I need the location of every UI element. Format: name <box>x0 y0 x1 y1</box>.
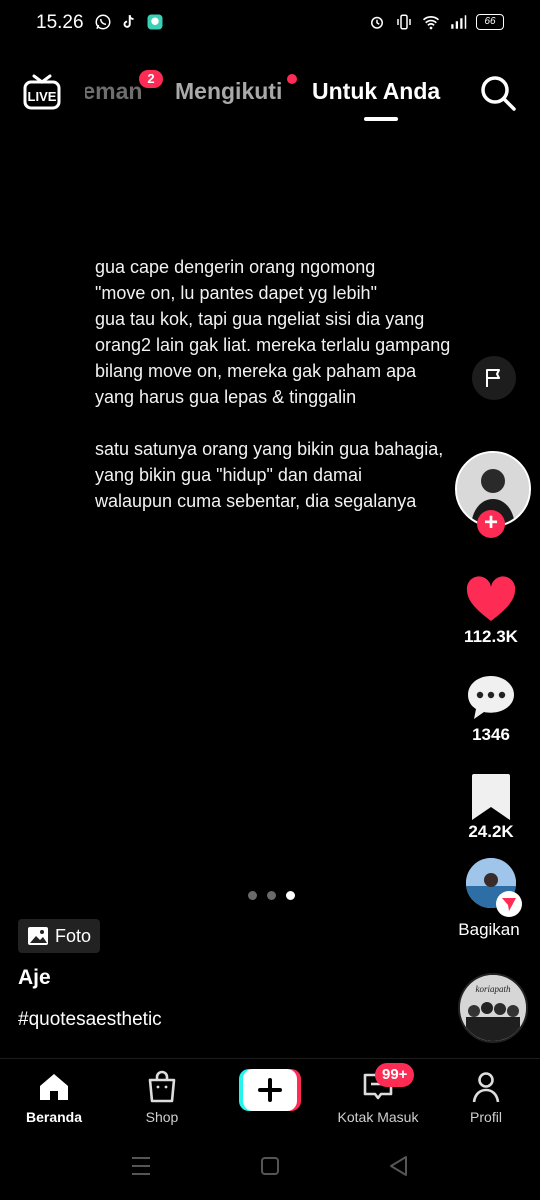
friends-badge: 2 <box>139 70 163 88</box>
carousel-dot <box>248 891 257 900</box>
carousel-indicator <box>248 891 295 900</box>
active-tab-indicator <box>364 117 398 121</box>
nav-home[interactable]: Beranda <box>4 1069 104 1125</box>
send-icon <box>502 898 516 911</box>
tab-friends[interactable]: Teman <box>85 78 142 105</box>
signal-icon <box>451 15 467 29</box>
home-icon <box>40 1074 68 1100</box>
like-count: 112.3K <box>464 627 518 646</box>
search-icon[interactable] <box>478 73 518 113</box>
heart-icon[interactable] <box>464 573 518 627</box>
flag-icon <box>486 369 500 387</box>
profile-icon <box>472 1072 500 1103</box>
share-label[interactable]: Bagikan <box>444 920 534 940</box>
system-nav-bar <box>132 1156 407 1176</box>
chat-app-icon <box>147 14 163 30</box>
shopping-bag-icon <box>148 1070 176 1103</box>
following-dot <box>287 74 297 84</box>
bookmark-icon[interactable] <box>464 770 518 824</box>
follow-button[interactable]: + <box>477 510 505 538</box>
post-caption: gua cape dengerin orang ngomong "move on… <box>95 257 451 511</box>
nav-shop-label: Shop <box>145 1109 179 1125</box>
music-disc[interactable]: koriapath <box>458 973 528 1043</box>
whatsapp-icon <box>95 14 111 30</box>
nav-home-label: Beranda <box>25 1109 83 1125</box>
svg-text:LIVE: LIVE <box>28 89 57 104</box>
tab-following[interactable]: Mengikuti <box>175 78 282 105</box>
comment-icon[interactable] <box>464 671 518 725</box>
music-cover-text: koriapath <box>476 984 511 994</box>
tiktok-icon <box>123 15 134 28</box>
recents-icon[interactable] <box>132 1157 150 1175</box>
carousel-dot <box>267 891 276 900</box>
nav-shop[interactable]: Shop <box>112 1069 212 1125</box>
status-time: 15.26 <box>36 12 84 33</box>
tab-for-you[interactable]: Untuk Anda <box>312 78 440 105</box>
bookmark-count: 24.2K <box>468 822 514 841</box>
nav-profile-label: Profil <box>470 1109 502 1125</box>
create-button[interactable] <box>239 1069 301 1111</box>
vibrate-icon <box>397 14 411 30</box>
battery-icon: 66 <box>476 14 504 30</box>
photo-tag-label: Foto <box>55 925 92 946</box>
report-button[interactable] <box>472 356 516 400</box>
comment-count: 1346 <box>472 725 510 744</box>
alarm-icon <box>371 16 383 29</box>
image-icon <box>28 927 48 945</box>
photo-mode-tag: Foto <box>18 919 101 953</box>
nav-profile[interactable]: Profil <box>436 1069 536 1125</box>
live-icon[interactable]: LIVE <box>22 72 62 112</box>
notification-icons <box>94 13 164 31</box>
hashtag-link[interactable]: #quotesaesthetic <box>18 1009 162 1031</box>
back-icon[interactable] <box>390 1156 407 1176</box>
system-status-icons: 66 <box>368 13 504 31</box>
nav-inbox-label: Kotak Masuk <box>337 1109 419 1125</box>
author-name[interactable]: Aje <box>18 966 51 990</box>
home-system-icon[interactable] <box>261 1157 279 1175</box>
music-cover-image: koriapath <box>460 975 526 1041</box>
carousel-dot-active <box>286 891 295 900</box>
wifi-icon <box>422 16 440 30</box>
share-badge <box>496 891 522 917</box>
inbox-badge: 99+ <box>375 1063 415 1087</box>
